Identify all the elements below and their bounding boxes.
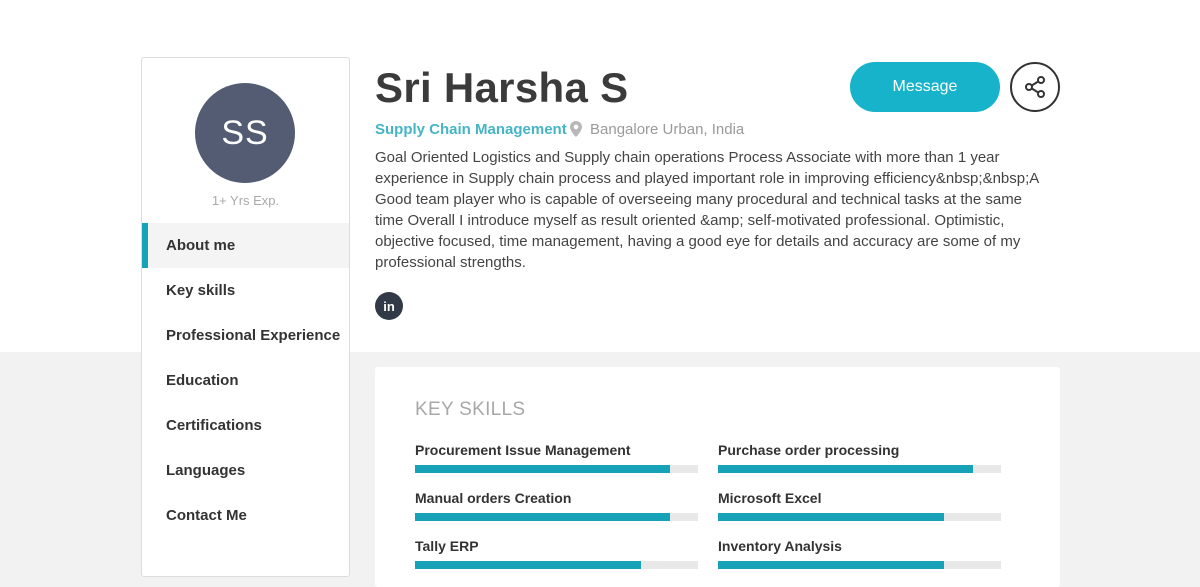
skill-bar-fill (718, 465, 973, 473)
profile-name: Sri Harsha S (375, 64, 629, 111)
skill-item: Procurement Issue Management (415, 442, 698, 473)
sidebar-item-label: Key skills (166, 282, 236, 299)
key-skills-title: KEY SKILLS (415, 399, 526, 420)
skill-name: Microsoft Excel (718, 490, 822, 506)
skill-item: Microsoft Excel (718, 490, 1001, 521)
skill-name: Procurement Issue Management (415, 442, 631, 458)
profile-sidebar: SS 1+ Yrs Exp. About me Key skills Profe… (141, 57, 350, 577)
sidebar-item-contact-me[interactable]: Contact Me (142, 493, 349, 538)
sidebar-item-label: Contact Me (166, 507, 247, 524)
skill-bar-fill (415, 513, 670, 521)
skill-bar (415, 465, 698, 473)
profile-location: Bangalore Urban, India (590, 121, 745, 138)
skill-bar-fill (718, 513, 945, 521)
sidebar-item-label: About me (166, 237, 236, 254)
skill-name: Manual orders Creation (415, 490, 572, 506)
sidebar-nav: About me Key skills Professional Experie… (142, 223, 349, 538)
skill-bar (718, 513, 1001, 521)
sidebar-item-key-skills[interactable]: Key skills (142, 268, 349, 313)
skill-bar (718, 561, 1001, 569)
profile-summary: Goal Oriented Logistics and Supply chain… (375, 149, 1039, 271)
sidebar-item-professional-experience[interactable]: Professional Experience (142, 313, 349, 358)
message-button[interactable]: Message (850, 62, 1000, 112)
skill-name: Purchase order processing (718, 442, 900, 458)
share-button[interactable] (1010, 62, 1060, 112)
location-pin-icon (570, 121, 582, 137)
sidebar-item-education[interactable]: Education (142, 358, 349, 403)
skill-bar (415, 561, 698, 569)
sidebar-item-label: Languages (166, 462, 246, 479)
skill-name: Tally ERP (415, 538, 479, 554)
sidebar-item-label: Education (166, 372, 239, 389)
skill-item: Purchase order processing (718, 442, 1001, 473)
sidebar-item-about-me[interactable]: About me (142, 223, 349, 268)
skill-item: Manual orders Creation (415, 490, 698, 521)
skill-name: Inventory Analysis (718, 538, 842, 554)
linkedin-icon[interactable]: in (375, 292, 403, 320)
share-icon (1025, 76, 1045, 98)
sidebar-item-languages[interactable]: Languages (142, 448, 349, 493)
skill-bar-fill (415, 561, 642, 569)
sidebar-item-certifications[interactable]: Certifications (142, 403, 349, 448)
skill-bar (415, 513, 698, 521)
skill-bar-fill (415, 465, 670, 473)
key-skills-card: KEY SKILLS Procurement Issue Management … (375, 367, 1060, 587)
skill-item: Tally ERP (415, 538, 698, 569)
skill-bar (718, 465, 1001, 473)
sidebar-item-label: Certifications (166, 417, 262, 434)
sidebar-item-label: Professional Experience (166, 327, 341, 344)
avatar: SS (195, 83, 295, 183)
experience-label: 1+ Yrs Exp. (211, 193, 280, 208)
skill-item: Inventory Analysis (718, 538, 1001, 569)
skill-bar-fill (718, 561, 945, 569)
profile-role[interactable]: Supply Chain Management (375, 121, 567, 138)
